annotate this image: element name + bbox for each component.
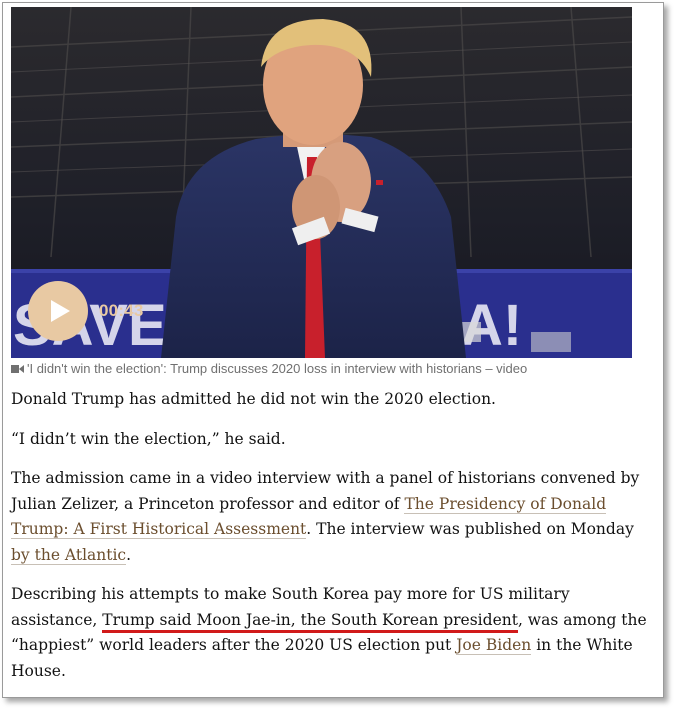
video-caption-text: 'I didn't win the election': Trump discu… [27, 361, 528, 376]
play-button[interactable] [28, 281, 88, 341]
video-player[interactable]: SAVE A! 00:43 [11, 7, 632, 358]
highlighted-quote: Trump said Moon Jae-in, the South Korean… [102, 610, 518, 633]
article-body: Donald Trump has admitted he did not win… [11, 387, 651, 697]
video-duration: 00:43 [99, 301, 144, 320]
paragraph-4: Describing his attempts to make South Ko… [11, 582, 651, 684]
article-frame: SAVE A! 00:43 'I didn't win the election… [2, 2, 664, 698]
atlantic-link[interactable]: by the Atlantic [11, 545, 127, 565]
p3-text-after: . [126, 545, 132, 564]
paragraph-2: “I didn’t win the election,” he said. [11, 429, 286, 448]
play-icon [51, 300, 70, 322]
paragraph-3: The admission came in a video interview … [11, 466, 651, 568]
p3-text-middle: . The interview was published on Monday [306, 520, 634, 538]
paragraph-1: Donald Trump has admitted he did not win… [11, 390, 496, 408]
video-caption: 'I didn't win the election': Trump discu… [11, 361, 651, 376]
video-camera-icon [11, 365, 24, 373]
joe-biden-link[interactable]: Joe Biden [456, 636, 532, 655]
